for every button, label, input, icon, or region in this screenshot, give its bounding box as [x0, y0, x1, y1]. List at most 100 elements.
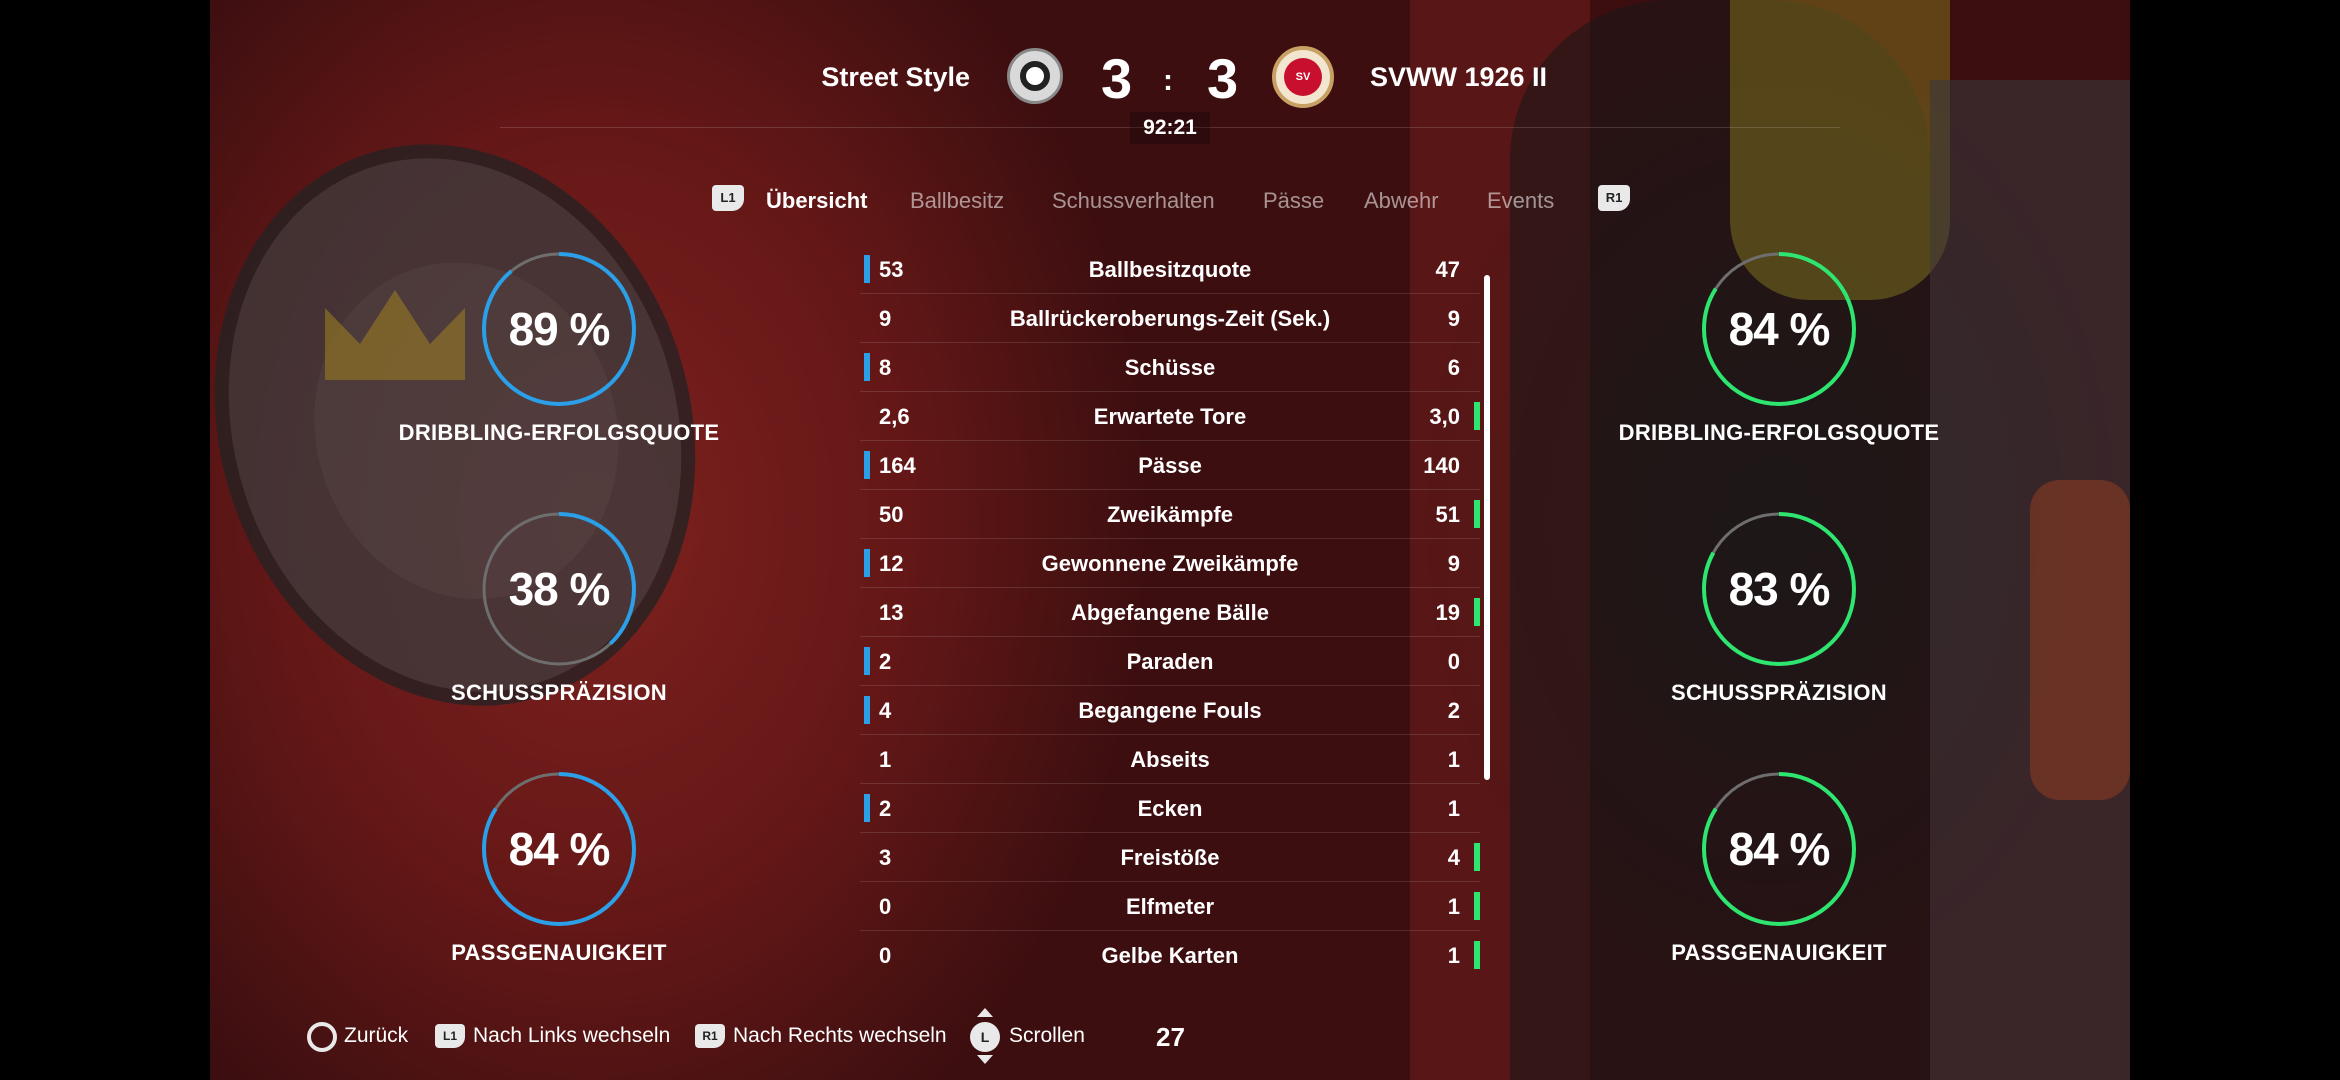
- home-team-name: Street Style: [821, 62, 970, 92]
- home-stat-value: 3: [879, 845, 892, 870]
- stat-label: Gewonnene Zweikämpfe: [1041, 551, 1299, 576]
- progress-ring: 38 %: [480, 510, 638, 668]
- stat-row: 12 Gewonnene Zweikämpfe 9: [860, 539, 1480, 588]
- stat-row: 2 Ecken 1: [860, 784, 1480, 833]
- home-stat-value: 2: [879, 796, 892, 821]
- stat-label: Pässe: [1138, 453, 1202, 478]
- away-stat-value: 19: [1435, 600, 1460, 625]
- home-stat-value: 13: [879, 600, 904, 625]
- home-ring-stat: 38 % SCHUSSPRÄZISION: [379, 510, 739, 706]
- home-leader-bar: [864, 451, 870, 479]
- scoreboard-header: Street Style 3 : 3 SV SVWW 1926 II 92:21: [0, 0, 2340, 160]
- home-stat-value: 8: [879, 355, 892, 380]
- ring-label: PASSGENAUIGKEIT: [451, 940, 667, 965]
- progress-ring: 89 %: [480, 250, 638, 408]
- r1-button-icon[interactable]: R1: [1598, 185, 1630, 211]
- away-stat-value: 1: [1447, 943, 1460, 968]
- home-leader-bar: [864, 255, 870, 283]
- away-stat-value: 1: [1447, 747, 1460, 772]
- stat-label: Abseits: [1130, 747, 1210, 772]
- stat-label: Gelbe Karten: [1101, 943, 1239, 968]
- home-ring-stat: 89 % DRIBBLING-ERFOLGSQUOTE: [379, 250, 739, 446]
- away-stat-value: 47: [1435, 257, 1460, 282]
- stat-label: Zweikämpfe: [1107, 502, 1233, 527]
- home-stat-value: 1: [879, 747, 892, 772]
- tab-uebersicht[interactable]: Übersicht: [766, 188, 867, 214]
- progress-ring: 83 %: [1700, 510, 1858, 668]
- ring-label: PASSGENAUIGKEIT: [1671, 940, 1887, 965]
- home-stat-value: 50: [879, 502, 904, 527]
- stat-row: 2,6 Erwartete Tore 3,0: [860, 392, 1480, 441]
- away-team-crest-icon: SV: [1272, 46, 1334, 108]
- circle-button-icon: [307, 1022, 337, 1052]
- score-separator: :: [1163, 64, 1173, 97]
- away-leader-bar: [1474, 500, 1480, 528]
- progress-ring: 84 %: [1700, 770, 1858, 928]
- stat-label: Erwartete Tore: [1093, 404, 1247, 429]
- stat-label: Elfmeter: [1125, 894, 1215, 919]
- progress-ring: 84 %: [1700, 250, 1858, 408]
- away-score: 3: [1207, 47, 1239, 110]
- scroll-hint[interactable]: Scrollen: [1009, 1024, 1085, 1048]
- stat-label: Ballrückeroberungs-Zeit (Sek.): [1009, 306, 1331, 331]
- tab-schussverhalten[interactable]: Schussverhalten: [1052, 188, 1215, 214]
- ring-value: 83 %: [1728, 563, 1831, 615]
- away-stat-value: 2: [1447, 698, 1460, 723]
- tab-events[interactable]: Events: [1487, 188, 1554, 214]
- ring-value: 89 %: [508, 303, 611, 355]
- button-hints-footer: Zurück L1 Nach Links wechseln R1 Nach Re…: [0, 1008, 2340, 1064]
- home-stat-value: 53: [879, 257, 904, 282]
- tab-paesse[interactable]: Pässe: [1263, 188, 1324, 214]
- away-ring-stat: 84 % DRIBBLING-ERFOLGSQUOTE: [1599, 250, 1959, 446]
- ring-value: 84 %: [508, 823, 611, 875]
- page-number: 27: [1156, 1022, 1185, 1052]
- ring-label: SCHUSSPRÄZISION: [451, 680, 667, 705]
- stats-table: 53 Ballbesitzquote 47 9 Ballrückeroberungs-Z…: [860, 245, 1480, 975]
- home-team-crest-icon: [1007, 48, 1063, 104]
- stat-label: Schüsse: [1124, 355, 1216, 380]
- stat-row: 13 Abgefangene Bälle 19: [860, 588, 1480, 637]
- tab-abwehr[interactable]: Abwehr: [1364, 188, 1439, 214]
- home-stat-value: 0: [879, 894, 892, 919]
- away-stat-value: 0: [1447, 649, 1460, 674]
- away-leader-bar: [1474, 598, 1480, 626]
- scroll-up-arrow-icon: [977, 1008, 993, 1017]
- stat-row: 3 Freistöße 4: [860, 833, 1480, 882]
- stat-label: Begangene Fouls: [1078, 698, 1262, 723]
- away-stat-value: 4: [1447, 845, 1460, 870]
- l1-hint-icon: L1: [435, 1024, 465, 1048]
- stat-label: Paraden: [1126, 649, 1214, 674]
- away-leader-bar: [1474, 843, 1480, 871]
- home-stat-value: 164: [879, 453, 916, 478]
- away-stat-value: 51: [1435, 502, 1460, 527]
- home-stat-value: 0: [879, 943, 892, 968]
- scroll-down-arrow-icon: [977, 1055, 993, 1064]
- stat-label: Ecken: [1137, 796, 1203, 821]
- stat-row: 53 Ballbesitzquote 47: [860, 245, 1480, 294]
- home-stat-value: 2,6: [879, 404, 910, 429]
- ring-value: 84 %: [1728, 303, 1831, 355]
- switch-left-hint[interactable]: Nach Links wechseln: [473, 1024, 670, 1048]
- home-ring-stat: 84 % PASSGENAUIGKEIT: [379, 770, 739, 966]
- match-clock: 92:21: [1130, 112, 1210, 144]
- stat-label: Ballbesitzquote: [1088, 257, 1252, 282]
- stat-row: 50 Zweikämpfe 51: [860, 490, 1480, 539]
- switch-right-hint[interactable]: Nach Rechts wechseln: [733, 1024, 947, 1048]
- ring-value: 84 %: [1728, 823, 1831, 875]
- stats-scrollbar[interactable]: [1484, 275, 1490, 780]
- tab-ballbesitz[interactable]: Ballbesitz: [910, 188, 1004, 214]
- back-hint[interactable]: Zurück: [344, 1024, 408, 1048]
- away-ring-stat: 84 % PASSGENAUIGKEIT: [1599, 770, 1959, 966]
- l1-button-icon[interactable]: L1: [712, 185, 744, 211]
- home-stat-value: 2: [879, 649, 892, 674]
- ring-label: DRIBBLING-ERFOLGSQUOTE: [1618, 420, 1940, 445]
- stat-row: 4 Begangene Fouls 2: [860, 686, 1480, 735]
- home-leader-bar: [864, 647, 870, 675]
- stat-row: 164 Pässe 140: [860, 441, 1480, 490]
- left-stick-icon: L: [970, 1022, 1000, 1052]
- home-leader-bar: [864, 794, 870, 822]
- stat-row: 9 Ballrückeroberungs-Zeit (Sek.) 9: [860, 294, 1480, 343]
- home-leader-bar: [864, 549, 870, 577]
- ring-value: 38 %: [508, 563, 611, 615]
- stat-row: 0 Gelbe Karten 1: [860, 931, 1480, 975]
